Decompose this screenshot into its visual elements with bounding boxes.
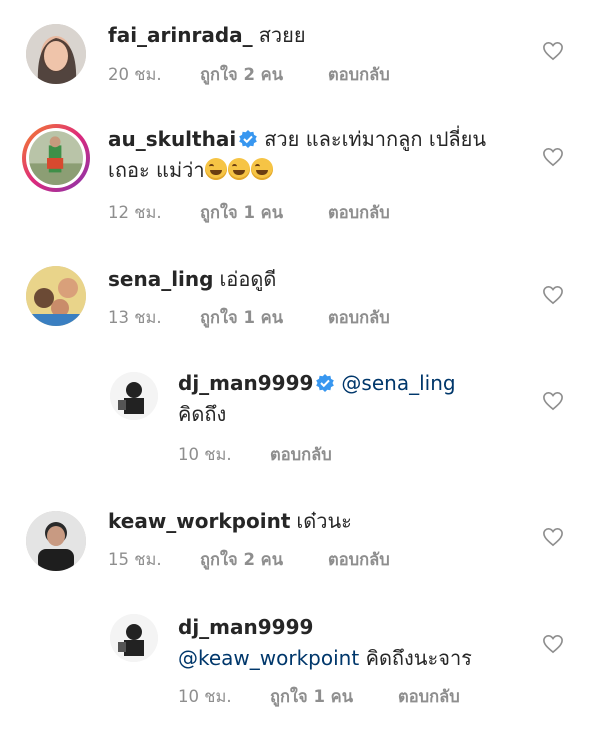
reply-button[interactable]: ตอบกลับ xyxy=(328,200,390,226)
verified-badge-icon xyxy=(239,130,257,148)
avatar[interactable] xyxy=(22,124,90,192)
likes-count[interactable]: ถูกใจ 2 คน xyxy=(200,62,328,88)
comment-meta: 10 ชม. ถูกใจ 1 คน ตอบกลับ xyxy=(178,684,460,710)
reply-button[interactable]: ตอบกลับ xyxy=(328,305,390,331)
comment-meta: 13 ชม. ถูกใจ 1 คน ตอบกลับ xyxy=(108,305,390,331)
reply-button[interactable]: ตอบกลับ xyxy=(398,684,460,710)
comment-meta: 12 ชม. ถูกใจ 1 คน ตอบกลับ xyxy=(108,200,390,226)
comment-body: สวย และเท่มากลูก เปลี่ยน xyxy=(264,127,487,151)
comment-text: keaw_workpoint เด๋วนะ xyxy=(108,506,352,537)
avatar[interactable] xyxy=(26,266,86,326)
comment-body: เอ่อดูดี xyxy=(219,267,277,291)
reply-button[interactable]: ตอบกลับ xyxy=(328,62,390,88)
comment-text: dj_man9999 @keaw_workpoint คิดถึงนะจาร xyxy=(178,612,472,674)
mention-link[interactable]: @keaw_workpoint xyxy=(178,646,359,670)
username[interactable]: fai_arinrada_ xyxy=(108,23,253,47)
reply-button[interactable]: ตอบกลับ xyxy=(270,442,332,468)
username[interactable]: au_skulthai xyxy=(108,127,236,151)
mention-link[interactable]: @sena_ling xyxy=(341,371,455,395)
heart-icon[interactable] xyxy=(542,41,564,61)
likes-count[interactable]: ถูกใจ 2 คน xyxy=(200,547,328,573)
comment-text: sena_ling เอ่อดูดี xyxy=(108,264,276,295)
comment-body: คิดถึง xyxy=(178,402,227,426)
comment-meta: 20 ชม. ถูกใจ 2 คน ตอบกลับ xyxy=(108,62,390,88)
likes-count[interactable]: ถูกใจ 1 คน xyxy=(200,200,328,226)
timestamp: 10 ชม. xyxy=(178,445,232,464)
comment-text: au_skulthai สวย และเท่มากลูก เปลี่ยน เถอะ… xyxy=(108,124,486,186)
timestamp: 12 ชม. xyxy=(108,203,162,222)
comment-body: สวยย xyxy=(258,23,306,47)
laughing-emoji-icon xyxy=(250,158,273,180)
comment-meta: 15 ชม. ถูกใจ 2 คน ตอบกลับ xyxy=(108,547,390,573)
timestamp: 10 ชม. xyxy=(178,687,232,706)
comment-text: fai_arinrada_ สวยย xyxy=(108,20,306,51)
comment-body: เด๋วนะ xyxy=(296,509,352,533)
comment-text: dj_man9999 @sena_ling คิดถึง xyxy=(178,368,456,430)
heart-icon[interactable] xyxy=(542,147,564,167)
avatar[interactable] xyxy=(110,372,158,420)
heart-icon[interactable] xyxy=(542,527,564,547)
comment-meta: 10 ชม. ตอบกลับ xyxy=(178,442,332,468)
timestamp: 20 ชม. xyxy=(108,65,162,84)
avatar[interactable] xyxy=(110,614,158,662)
username[interactable]: keaw_workpoint xyxy=(108,509,290,533)
likes-count[interactable]: ถูกใจ 1 คน xyxy=(200,305,328,331)
reply-button[interactable]: ตอบกลับ xyxy=(328,547,390,573)
comment-body: คิดถึงนะจาร xyxy=(365,646,472,670)
comment-body-continued: เถอะ แม่ว่า xyxy=(108,158,205,182)
likes-count[interactable]: ถูกใจ 1 คน xyxy=(270,684,398,710)
username[interactable]: sena_ling xyxy=(108,267,213,291)
heart-icon[interactable] xyxy=(542,285,564,305)
avatar[interactable] xyxy=(26,24,86,84)
verified-badge-icon xyxy=(316,374,335,392)
laughing-emoji-icon xyxy=(227,158,250,180)
timestamp: 15 ชม. xyxy=(108,550,162,569)
username[interactable]: dj_man9999 xyxy=(178,371,313,395)
laughing-emoji-icon xyxy=(204,158,227,180)
username[interactable]: dj_man9999 xyxy=(178,615,313,639)
heart-icon[interactable] xyxy=(542,634,564,654)
heart-icon[interactable] xyxy=(542,391,564,411)
timestamp: 13 ชม. xyxy=(108,308,162,327)
avatar[interactable] xyxy=(26,511,86,571)
